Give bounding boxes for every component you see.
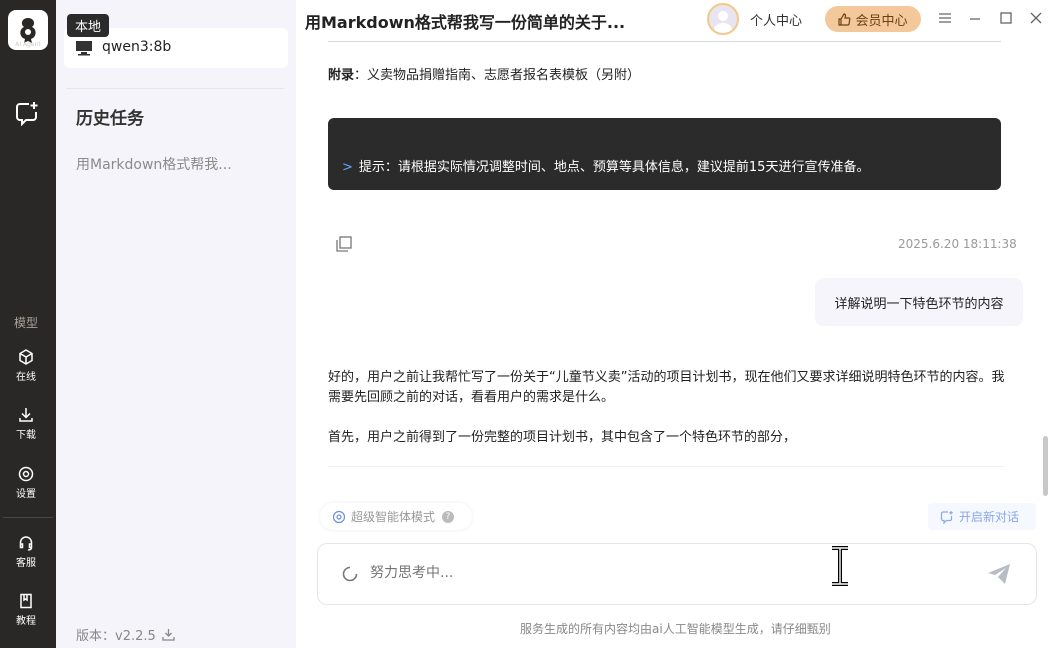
support-label: 客服 (16, 558, 36, 569)
vip-label: 会员中心 (855, 13, 908, 29)
vip-center-button[interactable]: 会员中心 (825, 6, 921, 32)
history-title: 历史任务 (76, 109, 144, 129)
disclaimer-footer: 服务生成的所有内容均由ai人工智能模型生成，请仔细甄别 (520, 622, 831, 636)
user-message-bubble: 详解说明一下特色环节的内容 (815, 278, 1023, 326)
code-block: > 提示：请根据实际情况调整时间、地点、预算等具体信息，建议提前15天进行宣传准备… (328, 118, 1001, 190)
new-chat-label: 开启新对话 (959, 510, 1020, 524)
appendix-label: 附录 (328, 68, 355, 83)
loading-spinner-icon (342, 566, 358, 582)
new-chat-button[interactable]: 开启新对话 (928, 503, 1036, 530)
message-timestamp: 2025.6.20 18:11:38 (898, 237, 1017, 251)
cube-icon (19, 349, 33, 365)
new-chat-bubble-icon (940, 510, 953, 524)
menu-icon[interactable] (937, 10, 953, 26)
logo-subtitle: AI Agent (15, 41, 41, 48)
code-line: > 提示：请根据实际情况调整时间、地点、预算等具体信息，建议提前15天进行宣传准备… (342, 156, 869, 175)
send-icon[interactable] (986, 562, 1012, 586)
download-icon (19, 408, 33, 422)
help-icon[interactable]: ? (442, 510, 455, 523)
monitor-icon (76, 41, 92, 56)
thumbs-up-icon (838, 12, 851, 26)
rail-divider (3, 517, 53, 518)
agent-mode-icon (332, 510, 346, 523)
gear-icon (18, 466, 34, 482)
minimize-icon[interactable] (967, 10, 983, 26)
support-button[interactable]: 客服 (0, 535, 52, 569)
history-sidebar (56, 0, 296, 648)
online-button[interactable]: 在线 (0, 349, 52, 383)
appendix-text: ：义卖物品捐赠指南、志愿者报名表模板（另附） (354, 68, 641, 83)
copy-icon[interactable] (335, 235, 353, 253)
app-window: AI Agent 模型 在线 下载 设置 客服 教程 qwen3:8b 本地 历… (0, 0, 1053, 648)
headset-icon (19, 536, 33, 551)
new-chat-icon[interactable] (14, 100, 40, 127)
user-avatar[interactable] (707, 3, 739, 35)
answer-paragraph: 首先，用户之前得到了一份完整的项目计划书，其中包含了一个特色环节的部分， (328, 430, 797, 445)
sidebar-divider (66, 88, 284, 89)
model-name: qwen3:8b (102, 39, 172, 55)
history-item[interactable]: 用Markdown格式帮我... (76, 154, 232, 174)
settings-button[interactable]: 设置 (0, 466, 52, 500)
local-tooltip: 本地 (67, 14, 110, 37)
conversation-title: 用Markdown格式帮我写一份简单的关于... (305, 13, 626, 32)
header-divider (328, 41, 1001, 42)
chat-input-box[interactable] (317, 543, 1037, 605)
assistant-answer: 好的，用户之前让我帮忙写了一份关于“儿童节义卖”活动的项目计划书，现在他们又要求… (328, 368, 1008, 468)
code-text: 提示：请根据实际情况调整时间、地点、预算等具体信息，建议提前15天进行宣传准备。 (358, 160, 870, 175)
appendix-line: 附录：义卖物品捐赠指南、志愿者报名表模板（另附） (328, 64, 640, 83)
online-label: 在线 (16, 372, 36, 383)
chat-scrollbar[interactable] (1043, 436, 1048, 496)
text-cursor-icon (832, 546, 848, 586)
chat-input[interactable] (370, 565, 770, 581)
user-message-text: 详解说明一下特色环节的内容 (834, 296, 1004, 312)
super-agent-mode-toggle[interactable]: 超级智能体模式 ? (320, 503, 472, 530)
settings-label: 设置 (16, 489, 36, 500)
model-section-label: 模型 (13, 316, 38, 330)
book-icon (20, 593, 32, 609)
close-icon[interactable] (1028, 10, 1044, 26)
download-label: 下载 (16, 430, 36, 441)
content-fade-divider (328, 466, 1004, 467)
personal-center-link[interactable]: 个人中心 (750, 10, 802, 29)
left-rail: AI Agent 模型 在线 下载 设置 客服 教程 (0, 0, 56, 648)
answer-paragraph: 好的，用户之前让我帮忙写了一份关于“儿童节义卖”活动的项目计划书，现在他们又要求… (328, 370, 1005, 405)
quote-marker: > (342, 160, 353, 175)
maximize-icon[interactable] (998, 10, 1014, 26)
mode-label: 超级智能体模式 (351, 510, 436, 524)
download-button[interactable]: 下载 (0, 407, 52, 441)
